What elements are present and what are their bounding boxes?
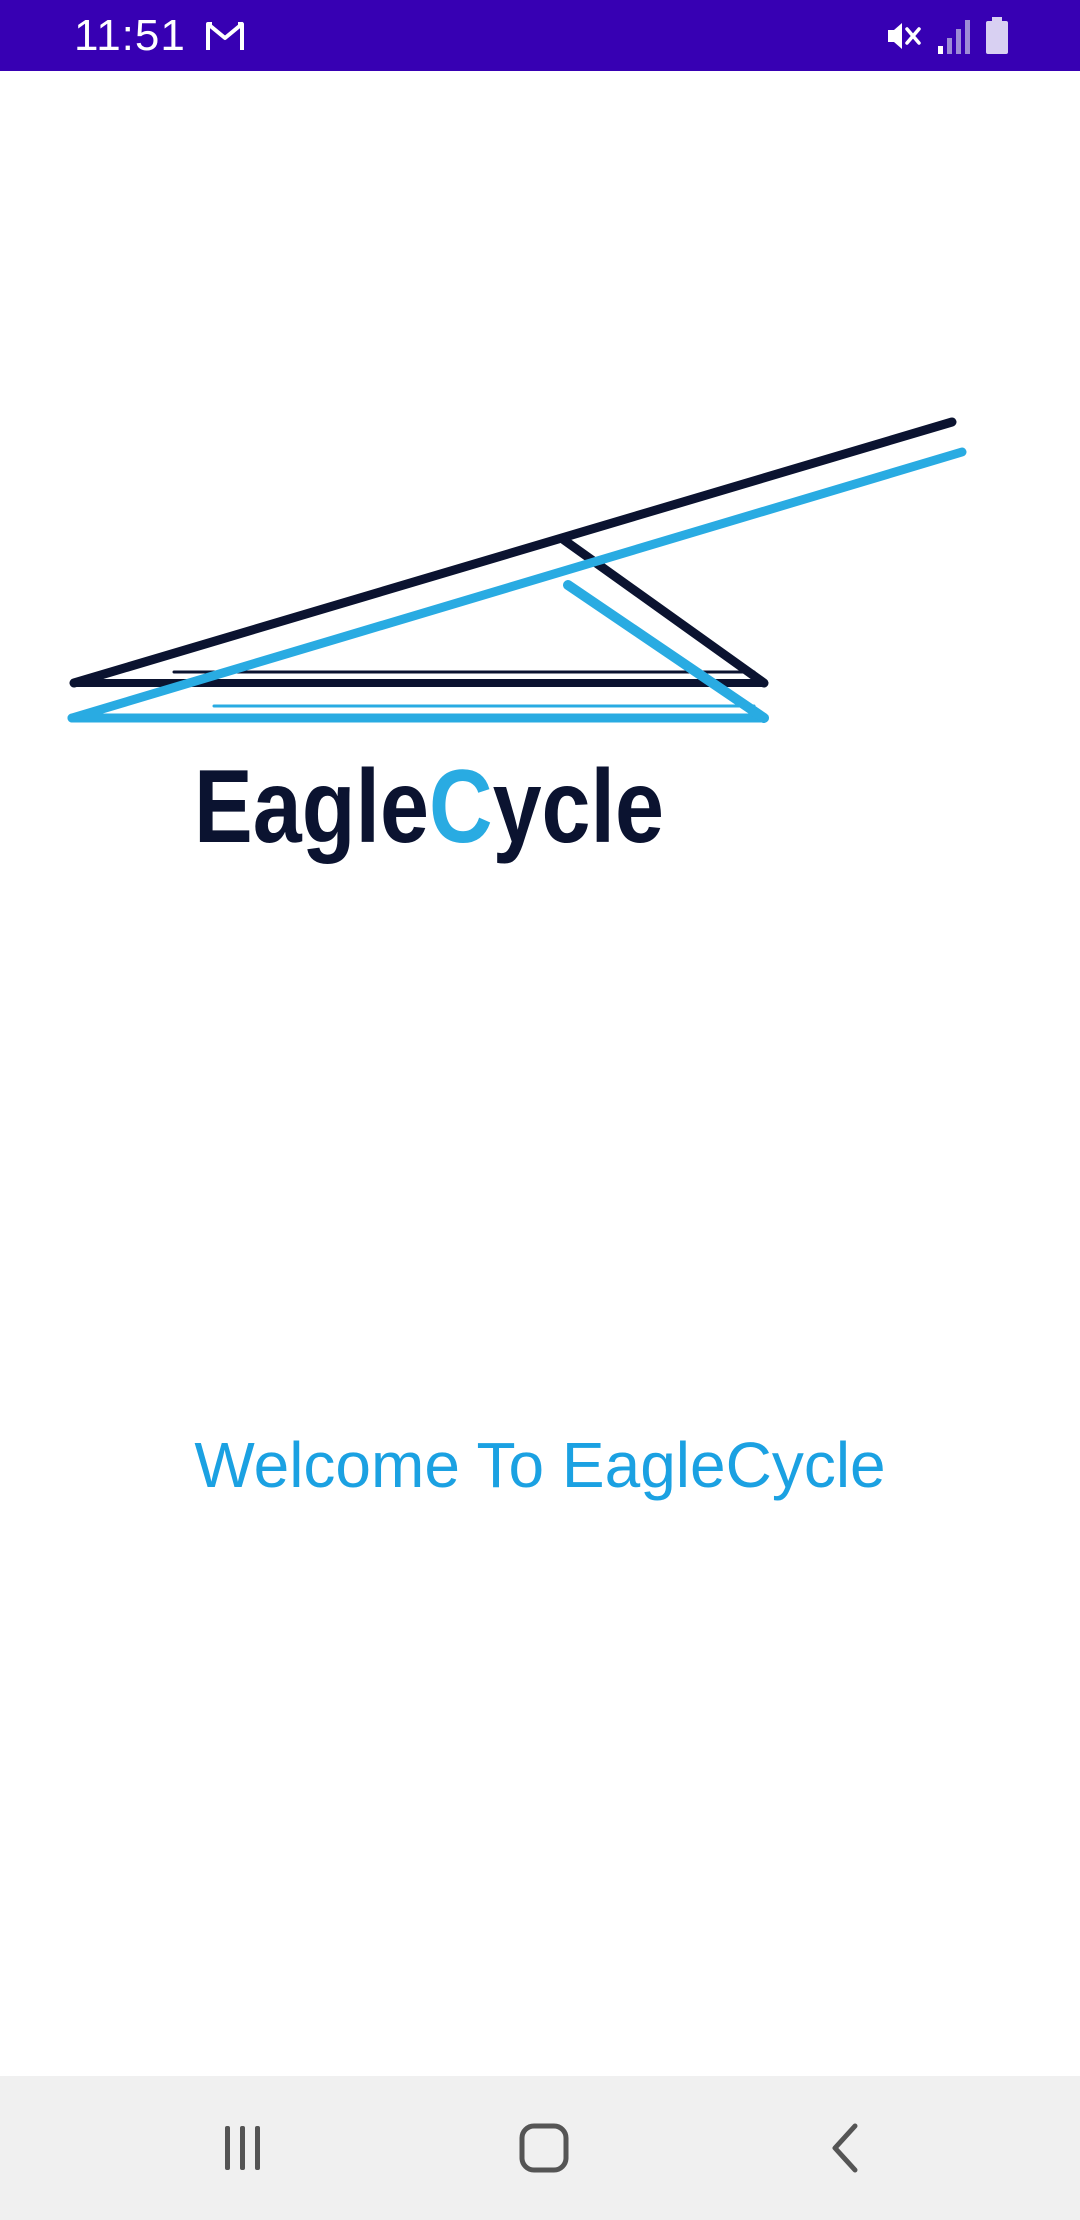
navigation-bar: [0, 2076, 1080, 2220]
svg-text:EagleCycle: EagleCycle: [194, 749, 664, 865]
logo-frame-accent: [67, 447, 967, 723]
status-bar: 11:51: [0, 0, 1080, 71]
gmail-icon: [206, 22, 244, 50]
home-icon: [519, 2123, 569, 2173]
logo-wordmark-ycle: ycle: [493, 749, 664, 865]
eaglecycle-logo: EagleCycle: [67, 417, 967, 865]
vibrate-mute-icon: [888, 23, 921, 49]
signal-icon: [938, 20, 970, 54]
welcome-text: Welcome To EagleCycle: [194, 1429, 886, 1501]
battery-icon: [986, 17, 1008, 54]
recents-icon: [225, 2126, 260, 2170]
logo-wordmark-c: C: [429, 749, 493, 865]
back-button[interactable]: [797, 2098, 897, 2198]
back-icon: [832, 2123, 858, 2173]
recents-button[interactable]: [193, 2098, 293, 2198]
splash-screen: 11:51 EagleCycle Welcome To EagleCycle: [0, 0, 1080, 2220]
logo-wordmark-eagle: Eagle: [194, 749, 429, 865]
home-button[interactable]: [494, 2098, 594, 2198]
status-icons: [882, 16, 1010, 56]
status-time: 11:51: [74, 11, 186, 60]
logo-frame-dark: [69, 417, 957, 688]
